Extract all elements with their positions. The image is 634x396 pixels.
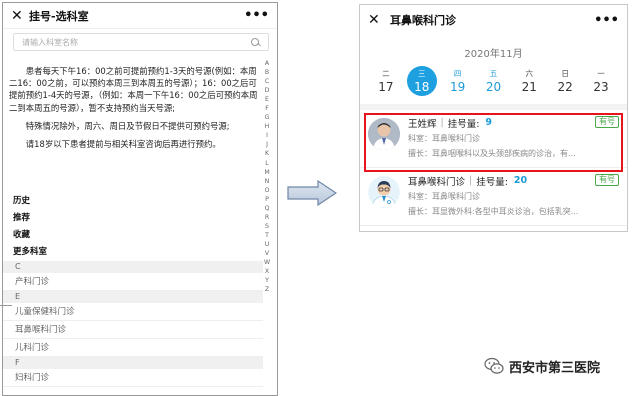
weekday-label: 六 bbox=[525, 69, 534, 78]
department-item[interactable]: 儿童保健科门诊 bbox=[3, 303, 263, 321]
notice-paragraph: 特殊情况除外，周六、周日及节假日不提供可预约号源; bbox=[25, 120, 230, 131]
more-icon[interactable]: ••• bbox=[244, 8, 269, 23]
date-23[interactable]: 一 23 bbox=[586, 66, 616, 96]
alphabet-letter[interactable]: K bbox=[263, 149, 271, 158]
date-number: 23 bbox=[593, 80, 609, 94]
alphabet-letter[interactable]: O bbox=[263, 186, 271, 195]
date-picker: 二 17 三 18 四 19 五 20 六 21 日 22 一 23 bbox=[360, 66, 627, 96]
alphabet-letter[interactable]: E bbox=[263, 95, 271, 104]
group-letter-f: F bbox=[3, 357, 263, 369]
doctor-header: 耳鼻喉科门诊 | 挂号量: 20 bbox=[408, 174, 621, 188]
alphabet-letter[interactable]: I bbox=[263, 131, 271, 140]
date-20[interactable]: 五 20 bbox=[478, 66, 508, 96]
alphabet-letter[interactable]: N bbox=[263, 177, 271, 186]
right-page-title: 耳鼻喉科门诊 bbox=[390, 14, 456, 27]
department-search-input[interactable]: 请输入科室名称 bbox=[13, 33, 269, 51]
more-departments-link[interactable]: 更多科室 bbox=[3, 244, 263, 261]
alphabet-letter[interactable]: S bbox=[263, 222, 271, 231]
date-18[interactable]: 三 18 bbox=[406, 66, 437, 96]
alphabet-letter[interactable]: Z bbox=[263, 285, 271, 294]
arrow-right-icon bbox=[287, 180, 337, 206]
date-number: 21 bbox=[521, 80, 537, 94]
weekday-label: 四 bbox=[453, 69, 462, 78]
close-icon[interactable]: ✕ bbox=[368, 13, 382, 27]
weekday-label: 三 bbox=[418, 69, 426, 78]
alphabet-letter[interactable]: L bbox=[263, 159, 271, 168]
department-select-screen: ✕ 挂号-选科室 ••• 请输入科室名称 患者每天下午16：00之前可提前预约1… bbox=[2, 2, 278, 396]
right-nav-bar: ✕ 耳鼻喉科门诊 ••• bbox=[360, 5, 627, 35]
alphabet-letter[interactable]: B bbox=[263, 68, 271, 77]
date-number: 18 bbox=[414, 80, 430, 94]
date-17[interactable]: 二 17 bbox=[371, 66, 401, 96]
calendar-month: 2020年11月 bbox=[464, 49, 523, 60]
wechat-logo-icon bbox=[484, 357, 504, 374]
alphabet-letter[interactable]: M bbox=[263, 168, 271, 177]
search-placeholder: 请输入科室名称 bbox=[22, 37, 78, 47]
group-letter-e: E bbox=[3, 291, 263, 303]
watermark: 西安市第三医院 bbox=[484, 356, 600, 376]
alphabet-letter[interactable]: J bbox=[263, 140, 271, 149]
weekday-label: 日 bbox=[561, 69, 569, 78]
alphabet-index[interactable]: ABCDEFGHIJKLMNOPQRSTUVWXYZ bbox=[263, 59, 271, 294]
alphabet-letter[interactable]: G bbox=[263, 113, 271, 122]
alphabet-letter[interactable]: C bbox=[263, 77, 271, 86]
close-icon[interactable]: ✕ bbox=[11, 9, 25, 23]
alphabet-letter[interactable]: H bbox=[263, 122, 271, 131]
notice-paragraph: 患者每天下午16：00之前可提前预约1-3天的号源(例如：本周二16：00之前，… bbox=[9, 66, 258, 113]
alphabet-letter[interactable]: A bbox=[263, 59, 271, 68]
alphabet-letter[interactable]: Y bbox=[263, 276, 271, 285]
date-number: 19 bbox=[449, 80, 466, 94]
stage: ✕ 挂号-选科室 ••• 请输入科室名称 患者每天下午16：00之前可提前预约1… bbox=[0, 0, 634, 396]
alphabet-letter[interactable]: Q bbox=[263, 204, 271, 213]
alphabet-letter[interactable]: F bbox=[263, 104, 271, 113]
left-page-title: 挂号-选科室 bbox=[29, 9, 89, 23]
history-link[interactable]: 历史 bbox=[3, 193, 263, 210]
favorites-link[interactable]: 收藏 bbox=[3, 227, 263, 244]
search-icon[interactable] bbox=[251, 37, 260, 47]
separator: | bbox=[469, 175, 473, 186]
doctor-name: 耳鼻喉科门诊 bbox=[408, 176, 466, 188]
highlight-box bbox=[364, 113, 623, 172]
alphabet-letter[interactable]: P bbox=[263, 195, 271, 204]
doctor-avatar bbox=[368, 176, 400, 208]
alphabet-letter[interactable]: T bbox=[263, 231, 271, 240]
count-label: 挂号量: bbox=[476, 176, 508, 188]
weekday-label: 二 bbox=[382, 69, 390, 78]
date-number: 22 bbox=[557, 80, 573, 94]
doctor-specialty: 擅长：耳显微外科:各型中耳炎诊治，包括乳突... bbox=[408, 207, 579, 216]
alphabet-letter[interactable]: R bbox=[263, 213, 271, 222]
notice-paragraph: 请18岁以下患者提前与相关科室咨询后再进行预约。 bbox=[25, 139, 221, 150]
alphabet-letter[interactable]: U bbox=[263, 240, 271, 249]
date-number: 17 bbox=[378, 80, 394, 94]
booking-notice: 患者每天下午16：00之前可提前预约1-3天的号源(例如：本周二16：00之前，… bbox=[9, 65, 259, 156]
recommend-link[interactable]: 推荐 bbox=[3, 210, 263, 227]
watermark-text: 西安市第三医院 bbox=[509, 360, 601, 376]
availability-badge: 有号 bbox=[595, 174, 619, 186]
date-21[interactable]: 六 21 bbox=[514, 66, 544, 96]
department-item[interactable]: 耳鼻喉科门诊 bbox=[3, 321, 263, 339]
left-nav-bar: ✕ 挂号-选科室 ••• bbox=[3, 3, 277, 29]
alphabet-letter[interactable]: V bbox=[263, 249, 271, 258]
alphabet-letter[interactable]: D bbox=[263, 86, 271, 95]
date-number: 20 bbox=[485, 80, 502, 94]
department-item[interactable]: 产科门诊 bbox=[3, 273, 263, 291]
weekday-label: 一 bbox=[597, 69, 605, 78]
doctor-department: 科室：耳鼻喉科门诊 bbox=[408, 192, 480, 201]
alphabet-letter[interactable]: X bbox=[263, 267, 271, 276]
registration-count: 20 bbox=[513, 175, 528, 186]
date-22[interactable]: 日 22 bbox=[550, 66, 580, 96]
alphabet-letter[interactable]: W bbox=[263, 258, 271, 267]
department-item[interactable]: 妇科门诊 bbox=[3, 369, 263, 387]
divider bbox=[0, 305, 12, 306]
more-icon[interactable]: ••• bbox=[594, 13, 619, 28]
department-item[interactable]: 儿科门诊 bbox=[3, 339, 263, 357]
doctor-card[interactable]: 耳鼻喉科门诊 | 挂号量: 20 有号 科室：耳鼻喉科门诊 擅长：耳显微外科:各… bbox=[360, 168, 627, 226]
date-19[interactable]: 四 19 bbox=[443, 66, 473, 96]
group-letter-c: C bbox=[3, 261, 263, 273]
department-list: 历史 推荐 收藏 更多科室 C 产科门诊 E 儿童保健科门诊 耳鼻喉科门诊 儿科… bbox=[3, 193, 263, 387]
weekday-label: 五 bbox=[489, 69, 498, 78]
